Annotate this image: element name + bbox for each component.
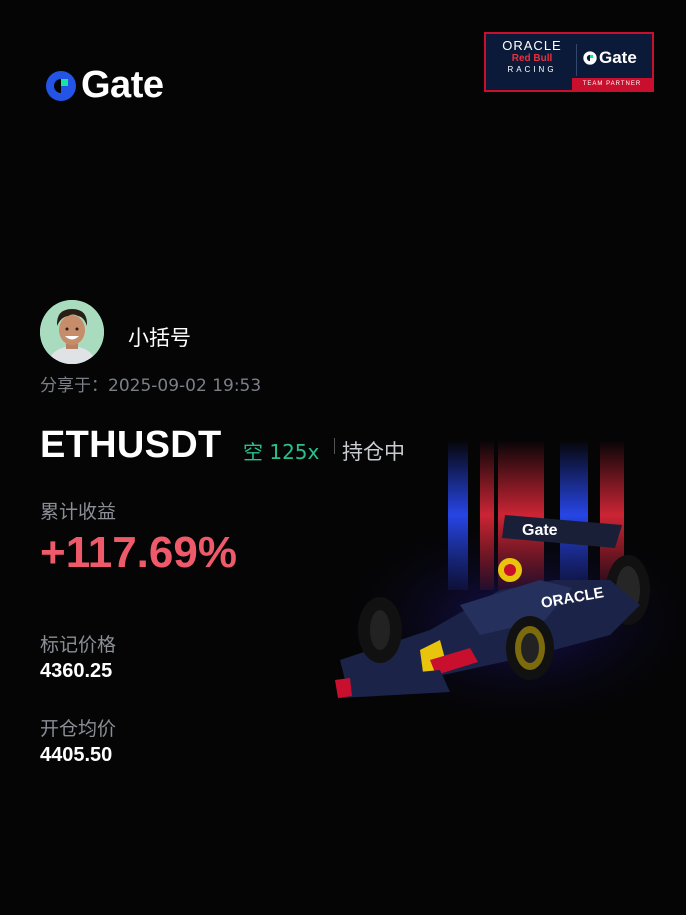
f1-car-image: Gate ORACLE [330, 440, 686, 730]
gate-logo-icon [583, 51, 597, 65]
team-partner-badge: ORACLE Red Bull RACING Gate TEAM PARTNER [484, 32, 654, 92]
partner-gate-logo: Gate [582, 48, 637, 68]
partner-gate-text: Gate [599, 48, 637, 67]
brand-name: Gate [81, 64, 164, 106]
partner-line-racing: RACING [507, 65, 557, 74]
team-partner-label: TEAM PARTNER [572, 78, 652, 90]
trading-pair: ETHUSDT [40, 424, 222, 466]
avatar-image [40, 300, 104, 364]
pnl-value: +117.69% [40, 528, 237, 577]
side-leverage: 空 125x [243, 440, 320, 464]
shared-time: 分享于：2025-09-02 19:53 [40, 371, 261, 396]
avatar [40, 300, 104, 364]
shared-prefix: 分享于： [40, 376, 108, 396]
svg-text:Gate: Gate [522, 522, 558, 539]
oracle-redbull-logo: ORACLE Red Bull RACING [492, 39, 572, 75]
entry-price-label: 开仓均价 [40, 718, 117, 740]
gate-logo-icon [46, 70, 76, 101]
gate-logo: Gate [43, 64, 164, 107]
username: 小括号 [128, 326, 191, 350]
partner-line-oracle: ORACLE [502, 38, 562, 53]
pnl-label: 累计收益 [40, 501, 117, 523]
mark-price-label: 标记价格 [40, 634, 117, 656]
entry-price-value: 4405.50 [40, 744, 113, 766]
partner-line-redbull: Red Bull [511, 53, 553, 64]
mark-price-value: 4360.25 [40, 660, 113, 682]
badge-divider [576, 44, 577, 76]
shared-timestamp: 2025-09-02 19:53 [108, 376, 262, 396]
